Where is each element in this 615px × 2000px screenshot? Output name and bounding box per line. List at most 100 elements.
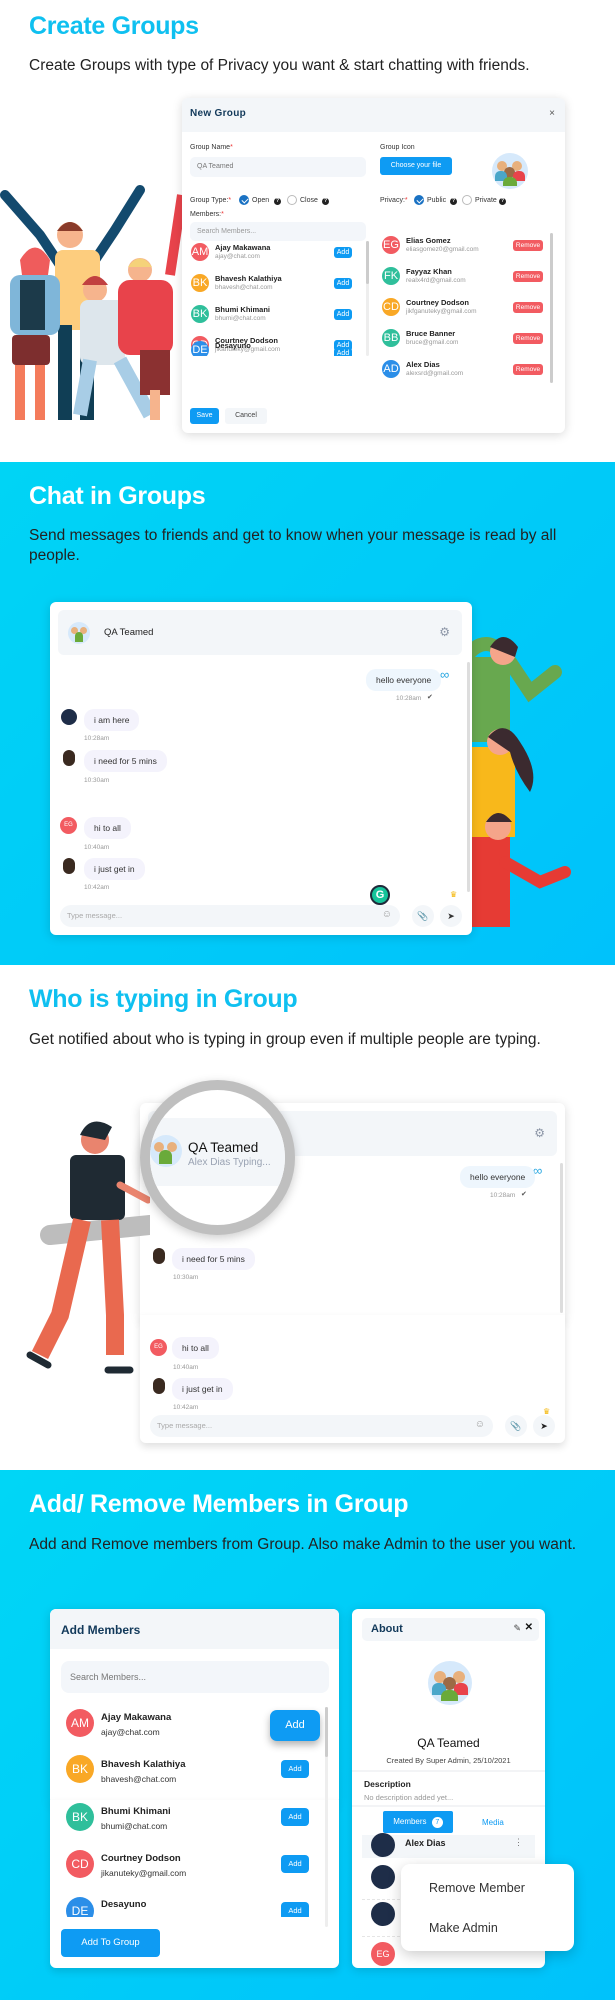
more-options-icon[interactable]: ⋮: [514, 1837, 523, 1848]
privacy-private-radio[interactable]: [462, 195, 472, 205]
message-time: 10:30am: [84, 777, 110, 784]
add-member-button[interactable]: Add: [281, 1808, 309, 1826]
crown-icon: ♛: [450, 890, 458, 899]
section-description: Send messages to friends and get to know…: [29, 527, 557, 564]
add-member-button[interactable]: Add: [334, 278, 352, 289]
avatar: DE: [66, 1897, 94, 1917]
privacy-public-label: Public: [427, 197, 447, 204]
member-name: Elias Gomez: [406, 236, 451, 245]
member-email: realx4rd@gmail.com: [406, 277, 466, 284]
message-time: 10:30am: [173, 1274, 199, 1281]
send-button[interactable]: ➤: [440, 905, 462, 927]
sender-logo-icon: ∞: [440, 667, 450, 682]
attach-button[interactable]: 📎: [505, 1415, 527, 1437]
scrollbar-thumb[interactable]: [366, 241, 369, 284]
remove-member-button[interactable]: Remove: [513, 271, 543, 282]
modal-header: New Group ×: [182, 98, 565, 132]
remove-member-button[interactable]: Remove: [513, 364, 543, 375]
send-button[interactable]: ➤: [533, 1415, 555, 1437]
member-email: jikanuteky@gmail.com: [215, 346, 281, 353]
remove-member-button[interactable]: Remove: [513, 333, 543, 344]
privacy-public-radio[interactable]: [414, 195, 424, 205]
member-name: Desayuno: [101, 1899, 147, 1910]
read-checkmark-icon: ✔: [521, 1191, 527, 1198]
help-icon[interactable]: ?: [322, 198, 329, 205]
member-email: bruce@gmail.com: [406, 339, 459, 346]
member-email: alexsrd@gmail.com: [406, 370, 464, 377]
scrollbar[interactable]: [550, 233, 553, 383]
search-members-input[interactable]: Search Members...: [190, 222, 366, 241]
message-bubble-own: hello everyone: [366, 669, 442, 691]
user-avatar: EG: [60, 817, 77, 834]
scrollbar[interactable]: [467, 662, 470, 892]
grammarly-icon[interactable]: G: [370, 885, 390, 905]
privacy-private-label: Private: [475, 197, 497, 204]
message-time: 10:28am: [490, 1192, 516, 1199]
attach-button[interactable]: 📎: [412, 905, 434, 927]
member-email: ajay@chat.com: [101, 1727, 160, 1737]
add-member-button[interactable]: Add: [270, 1710, 320, 1741]
group-icon-preview: [492, 153, 528, 189]
gear-icon[interactable]: ⚙: [534, 1126, 545, 1140]
help-icon[interactable]: ?: [450, 198, 457, 205]
member-list-item[interactable]: Alex Dias ⋮: [362, 1833, 535, 1858]
member-name: Ajay Makawana: [215, 243, 271, 252]
member-email: bhavesh@chat.com: [215, 284, 273, 291]
cancel-button[interactable]: Cancel: [225, 408, 267, 424]
remove-member-button[interactable]: Remove: [513, 302, 543, 313]
save-button[interactable]: Save: [190, 408, 219, 424]
group-name-input[interactable]: QA Teamed: [190, 157, 366, 177]
group-type-close-radio[interactable]: [287, 195, 297, 205]
help-icon[interactable]: ?: [274, 198, 281, 205]
close-icon[interactable]: ✕: [525, 1622, 533, 1633]
section-title: Who is typing in Group: [29, 985, 298, 1013]
section-description: Get notified about who is typing in grou…: [29, 1031, 541, 1048]
help-icon[interactable]: ?: [499, 198, 506, 205]
magnifier-lens: QA Teamed Alex Dias Typing...: [140, 1080, 295, 1235]
gear-icon[interactable]: ⚙: [439, 625, 450, 639]
message-time: 10:28am: [84, 735, 110, 742]
scrollbar-thumb[interactable]: [325, 1707, 328, 1757]
make-admin-menu-item[interactable]: Make Admin: [429, 1921, 498, 1935]
user-avatar: EG: [150, 1339, 167, 1356]
message-bubble: i need for 5 mins: [172, 1248, 255, 1270]
message-input[interactable]: Type message... ☺: [60, 905, 400, 927]
member-email: jikanuteky@gmail.com: [101, 1868, 187, 1878]
member-name: Bhavesh Kalathiya: [215, 274, 282, 283]
edit-icon[interactable]: ✎: [513, 1623, 521, 1634]
scrollbar[interactable]: [560, 1163, 563, 1313]
group-name-label: Group Name*: [190, 144, 233, 151]
add-member-button[interactable]: Add: [281, 1855, 309, 1873]
add-member-button[interactable]: Add: [334, 309, 352, 320]
group-type-label: Group Type:*: [190, 197, 232, 204]
close-icon[interactable]: ×: [549, 108, 555, 119]
remove-member-menu-item[interactable]: Remove Member: [429, 1881, 525, 1895]
add-members-panel-lower: BK Bhumi Khimani bhumi@chat.com Add CD C…: [50, 1800, 339, 1968]
add-member-button[interactable]: Add: [334, 340, 352, 351]
tab-members[interactable]: Members 7: [383, 1811, 453, 1833]
avatar: AM: [66, 1709, 94, 1737]
panel-header: Add Members: [50, 1609, 339, 1649]
search-members-input[interactable]: Search Members...: [61, 1661, 329, 1693]
tab-members-label: Members: [393, 1817, 427, 1826]
member-name: Alex Dias: [406, 360, 440, 369]
message-time: 10:42am: [173, 1404, 199, 1411]
add-to-group-button[interactable]: Add To Group: [61, 1929, 160, 1957]
member-email: ajay@chat.com: [215, 253, 260, 260]
group-type-open-radio[interactable]: [239, 195, 249, 205]
remove-member-button[interactable]: Remove: [513, 240, 543, 251]
chat-group-name: QA Teamed: [188, 1140, 259, 1155]
man-illustration: [20, 1115, 160, 1385]
add-member-button[interactable]: Add: [281, 1760, 309, 1778]
message-input-placeholder: Type message...: [67, 911, 123, 920]
user-avatar: [63, 858, 75, 874]
emoji-icon[interactable]: ☺: [475, 1419, 485, 1430]
tab-media[interactable]: Media: [482, 1818, 504, 1827]
avatar: CD: [382, 298, 400, 316]
add-member-button[interactable]: Add: [281, 1902, 309, 1917]
add-member-button[interactable]: Add: [334, 247, 352, 258]
message-input[interactable]: Type message... ☺: [150, 1415, 493, 1437]
emoji-icon[interactable]: ☺: [382, 909, 392, 920]
choose-file-button[interactable]: Choose your file: [380, 157, 452, 175]
avatar: AM: [191, 243, 209, 261]
